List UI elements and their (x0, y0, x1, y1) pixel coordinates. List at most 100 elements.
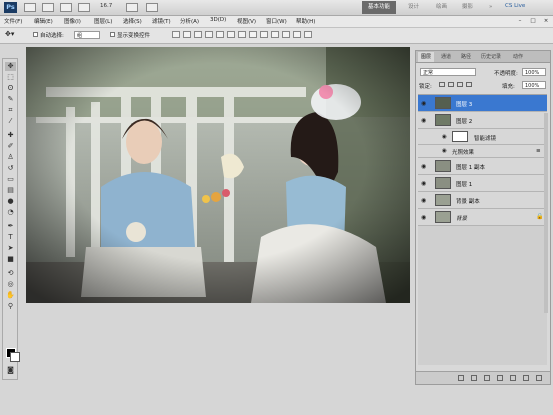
arrange-documents-icon[interactable] (126, 3, 138, 12)
menu-edit[interactable]: 编辑(E) (34, 17, 53, 25)
hand-tool-icon[interactable] (78, 3, 90, 12)
brush-tool-icon[interactable]: ✐ (5, 142, 16, 151)
layer-row-background-copy[interactable]: ◉ 背景 副本 (418, 192, 547, 209)
layers-scrollbar[interactable] (544, 113, 548, 313)
auto-align-icon[interactable] (304, 31, 312, 38)
add-mask-icon[interactable] (484, 375, 490, 381)
layer-row-3[interactable]: ◉ 图层 3 (418, 95, 547, 112)
bridge-icon[interactable] (24, 3, 36, 12)
type-tool-icon[interactable]: T (5, 233, 16, 242)
menu-image[interactable]: 图像(I) (64, 17, 81, 25)
menu-window[interactable]: 窗口(W) (266, 17, 287, 25)
layer-name[interactable]: 图层 1 (456, 180, 472, 188)
marquee-tool-icon[interactable]: ⬚ (5, 73, 16, 82)
layer-style-icon[interactable] (471, 375, 477, 381)
spot-healing-tool-icon[interactable]: ✚ (5, 131, 16, 140)
auto-select-checkbox[interactable] (33, 32, 38, 37)
background-color-swatch[interactable] (10, 352, 20, 362)
blur-tool-icon[interactable]: ● (5, 197, 16, 206)
menu-filter[interactable]: 滤镜(T) (152, 17, 171, 25)
layer-row-2[interactable]: ◉ 图层 2 (418, 112, 547, 129)
fill-field[interactable]: 100% (522, 81, 546, 89)
layer-row-1-copy[interactable]: ◉ 图层 1 副本 (418, 158, 547, 175)
filter-eye-icon[interactable]: ◉ (442, 148, 447, 154)
lock-image-icon[interactable] (448, 82, 454, 87)
workspace-tab-design[interactable]: 设计 (402, 1, 425, 14)
new-group-icon[interactable] (510, 375, 516, 381)
delete-layer-icon[interactable] (536, 375, 542, 381)
lock-all-icon[interactable] (466, 82, 472, 87)
distribute-vcenter-icon[interactable] (249, 31, 257, 38)
quick-mask-icon[interactable]: ◙ (5, 366, 16, 375)
adjustment-layer-icon[interactable] (497, 375, 503, 381)
menu-layer[interactable]: 图层(L) (94, 17, 112, 25)
distribute-left-icon[interactable] (271, 31, 279, 38)
eraser-tool-icon[interactable]: ▭ (5, 175, 16, 184)
move-tool-icon[interactable]: ✥ (5, 62, 16, 71)
clone-stamp-tool-icon[interactable]: ♙ (5, 153, 16, 162)
link-layers-icon[interactable] (458, 375, 464, 381)
layer-name[interactable]: 图层 2 (456, 117, 472, 125)
view-extras-icon[interactable] (60, 3, 72, 12)
lock-transparent-icon[interactable] (439, 82, 445, 87)
align-top-icon[interactable] (172, 31, 180, 38)
visibility-eye-icon[interactable]: ◉ (421, 180, 426, 187)
lighting-effects-row[interactable]: ◉ 光照效果 ≡ (418, 145, 547, 158)
layer-name[interactable]: 背景 (456, 214, 467, 222)
screen-mode-icon[interactable] (146, 3, 158, 12)
3d-orbit-tool-icon[interactable]: ◎ (5, 280, 16, 289)
move-tool-preset-icon[interactable]: ✥▾ (5, 30, 14, 38)
lasso-tool-icon[interactable]: ʘ (5, 84, 16, 93)
distribute-bottom-icon[interactable] (260, 31, 268, 38)
menu-3d[interactable]: 3D(D) (210, 17, 226, 23)
shape-tool-icon[interactable]: ■ (5, 255, 16, 264)
opacity-field[interactable]: 100% (522, 68, 546, 76)
eyedropper-tool-icon[interactable]: ⁄ (5, 117, 16, 126)
layer-row-1[interactable]: ◉ 图层 1 (418, 175, 547, 192)
workspace-tab-painting[interactable]: 绘画 (430, 1, 453, 14)
tab-channels[interactable]: 通道 (438, 52, 454, 62)
smart-filters-row[interactable]: ◉ 智能滤镜 (418, 129, 547, 145)
close-button[interactable]: × (541, 17, 551, 25)
visibility-eye-icon[interactable]: ◉ (421, 214, 426, 221)
smart-filter-eye-icon[interactable]: ◉ (442, 134, 447, 140)
dodge-tool-icon[interactable]: ◔ (5, 208, 16, 217)
distribute-top-icon[interactable] (238, 31, 246, 38)
menu-analysis[interactable]: 分析(A) (180, 17, 199, 25)
gradient-tool-icon[interactable]: ▤ (5, 186, 16, 195)
layer-row-background[interactable]: ◉ 背景 🔒 (418, 209, 547, 226)
hand-tool-icon-2[interactable]: ✋ (5, 291, 16, 300)
align-right-icon[interactable] (227, 31, 235, 38)
layer-name[interactable]: 背景 副本 (456, 197, 480, 205)
visibility-eye-icon[interactable]: ◉ (421, 197, 426, 204)
filter-options-icon[interactable]: ≡ (536, 148, 541, 154)
align-bottom-icon[interactable] (194, 31, 202, 38)
auto-select-dropdown[interactable]: 组 (74, 31, 100, 39)
visibility-eye-icon[interactable]: ◉ (421, 100, 426, 107)
visibility-eye-icon[interactable]: ◉ (421, 163, 426, 170)
layer-name[interactable]: 图层 3 (456, 100, 472, 108)
tab-layers[interactable]: 图层 (418, 52, 435, 62)
distribute-right-icon[interactable] (293, 31, 301, 38)
tab-paths[interactable]: 路径 (458, 52, 474, 62)
layer-name[interactable]: 图层 1 副本 (456, 163, 485, 171)
3d-rotate-tool-icon[interactable]: ⟲ (5, 269, 16, 278)
align-hcenter-icon[interactable] (216, 31, 224, 38)
show-transform-checkbox[interactable] (110, 32, 115, 37)
minimize-button[interactable]: – (515, 17, 525, 25)
zoom-tool-icon[interactable]: ⚲ (5, 302, 16, 311)
menu-help[interactable]: 帮助(H) (296, 17, 315, 25)
workspace-tab-essentials[interactable]: 基本功能 (362, 1, 397, 14)
cs-live-button[interactable]: CS Live (505, 3, 525, 9)
tab-actions[interactable]: 动作 (510, 52, 526, 62)
visibility-eye-icon[interactable]: ◉ (421, 117, 426, 124)
path-select-tool-icon[interactable]: ➤ (5, 244, 16, 253)
new-layer-icon[interactable] (523, 375, 529, 381)
blend-mode-dropdown[interactable]: 正常 (420, 68, 476, 76)
align-left-icon[interactable] (205, 31, 213, 38)
distribute-hcenter-icon[interactable] (282, 31, 290, 38)
mini-bridge-icon[interactable] (42, 3, 54, 12)
quick-select-tool-icon[interactable]: ✎ (5, 95, 16, 104)
menu-select[interactable]: 选择(S) (123, 17, 142, 25)
more-workspaces-button[interactable]: » (483, 1, 498, 14)
